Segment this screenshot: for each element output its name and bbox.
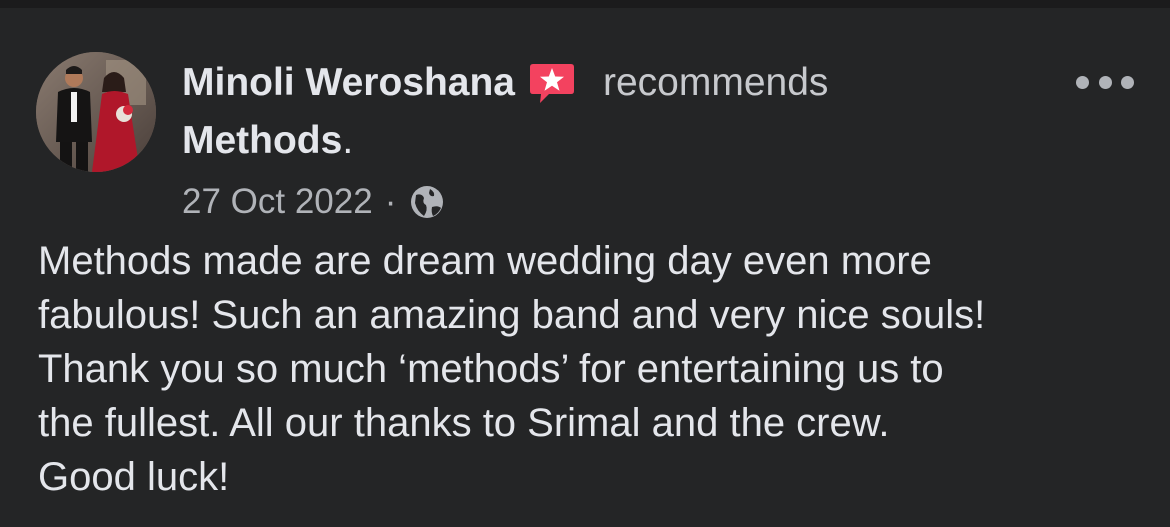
- meta-separator: ·: [384, 182, 397, 221]
- more-horizontal-icon-dot: [1098, 75, 1112, 89]
- post-body-line: fabulous! Such an amazing band and very …: [38, 293, 986, 337]
- post-body-line: the fullest. All our thanks to Srimal an…: [38, 401, 890, 445]
- recommendation-star-icon: [527, 58, 577, 108]
- avatar-photo: [36, 52, 156, 172]
- more-options-button[interactable]: [1076, 64, 1134, 100]
- avatar[interactable]: [36, 52, 156, 172]
- author-name[interactable]: Minoli Weroshana: [182, 61, 515, 105]
- post-meta: 27 Oct 2022 ·: [182, 178, 446, 226]
- post-body-line: Good luck!: [38, 455, 230, 499]
- more-horizontal-icon-dot: [1121, 75, 1134, 89]
- recommendation-post: Minoli Weroshana recommends Methods. 27 …: [0, 8, 1170, 527]
- post-date[interactable]: 27 Oct 2022: [182, 182, 373, 222]
- recommends-label: recommends: [603, 61, 829, 104]
- post-body: Methods made are dream wedding day even …: [38, 234, 1148, 504]
- more-horizontal-icon: [1076, 75, 1089, 89]
- page-reference: Methods.: [182, 116, 353, 166]
- top-divider: [0, 0, 1170, 8]
- page-name-link[interactable]: Methods: [182, 119, 342, 163]
- post-body-line: Methods made are dream wedding day even …: [38, 239, 932, 283]
- post-body-line: Thank you so much ‘methods’ for entertai…: [38, 347, 944, 391]
- globe-icon[interactable]: [408, 183, 446, 221]
- post-header: Minoli Weroshana recommends: [182, 58, 828, 108]
- page-name-period: .: [342, 119, 354, 162]
